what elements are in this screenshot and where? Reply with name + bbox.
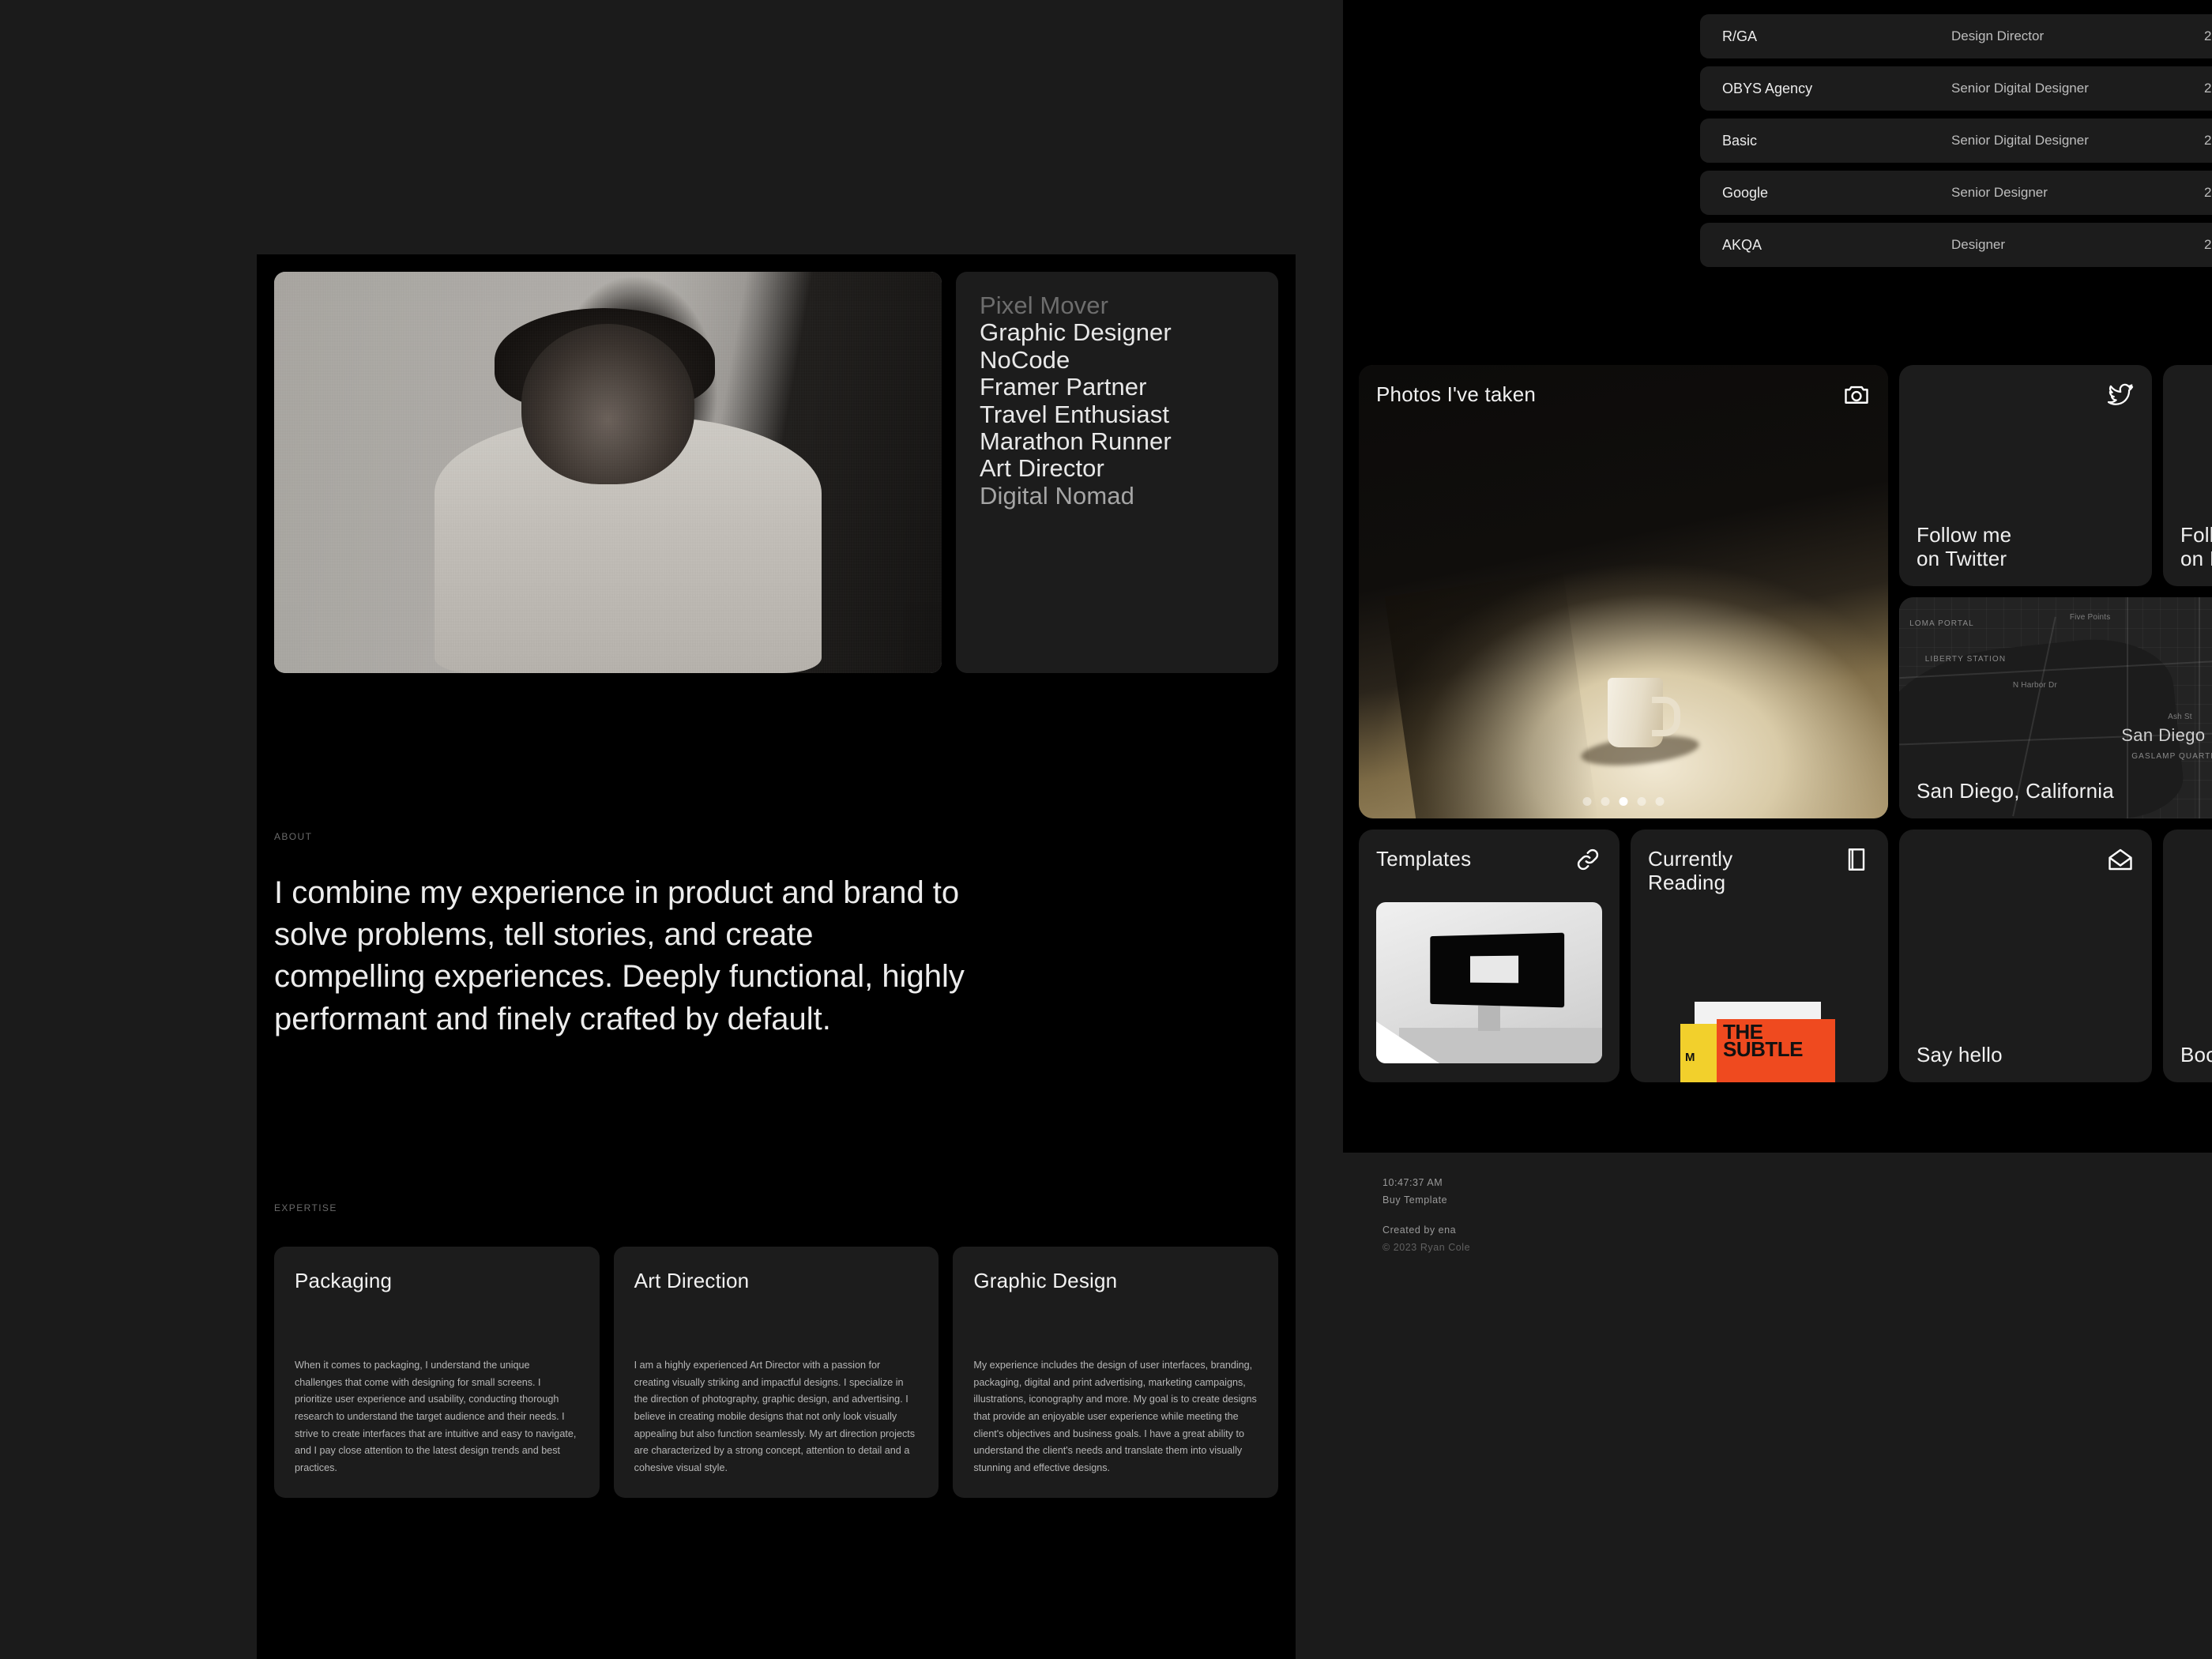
expertise-card-body: My experience includes the design of use… [973, 1360, 1257, 1474]
buy-template-link[interactable]: Buy Template [1382, 1192, 2212, 1209]
expertise-card-title: Packaging [295, 1268, 393, 1292]
map-label: LIBERTY STATION [1924, 654, 2007, 664]
experience-role: Senior Digital Designer [1951, 133, 2089, 148]
hero-tag-7: Digital Nomad [980, 481, 1134, 510]
template-thumbnail [1376, 902, 1602, 1063]
bento-card-instagram[interactable]: Follow me on Instagram [2163, 365, 2212, 586]
table-row[interactable]: R/GA Design Director 2018 - 2021 [1700, 14, 2212, 58]
bento-card-book-a-call[interactable]: Book a call [2163, 830, 2212, 1082]
page-footer: 10:47:37 AM Buy Template Created by ena … [1343, 1153, 2212, 1295]
table-row[interactable]: Basic Senior Digital Designer 2015 - 201… [1700, 118, 2212, 163]
bento-twitter-title: Follow me on Twitter [1917, 522, 2012, 570]
experience-years: 2018 - 2021 [2204, 28, 2212, 43]
experience-years: 2017 - 2018 [2204, 81, 2212, 96]
carousel-dot-active[interactable] [1619, 797, 1628, 806]
bento-templates-title: Templates [1376, 847, 1472, 871]
experience-years: 2014 - 2015 [2204, 185, 2212, 200]
book-icon [1842, 845, 1871, 874]
hero-tag-list: Pixel Mover Graphic Designer NoCode Fram… [956, 272, 1278, 673]
bento-grid: Photos I've taken Follow me on Twitter F… [1359, 365, 2212, 1082]
expertise-section: EXPERTISE Packaging When it comes to pac… [257, 1202, 1296, 1498]
book-title-line2: SUBTLE [1723, 1037, 1804, 1061]
hero-tag-5: Marathon Runner [980, 427, 1172, 456]
experience-years: 2015 - 2017 [2204, 133, 2212, 148]
expertise-card-body: When it comes to packaging, I understand… [295, 1360, 577, 1474]
portrait-photo [274, 272, 942, 673]
map-city-label: San Diego [2121, 725, 2206, 746]
footer-time: 10:47:37 AM [1382, 1177, 1443, 1188]
envelope-icon [2106, 845, 2135, 874]
expertise-card-body: I am a highly experienced Art Director w… [634, 1360, 916, 1474]
hero-tag-6: Art Director [980, 454, 1104, 483]
hero-tag-1: Graphic Designer [980, 318, 1172, 347]
hero-tag-2: NoCode [980, 345, 1070, 374]
experience-company: AKQA [1722, 236, 1762, 253]
carousel-dot[interactable] [1637, 797, 1646, 806]
bento-card-currently-reading[interactable]: Currently Reading M THE SUBTLE [1631, 830, 1888, 1082]
twitter-bird-icon [2106, 381, 2135, 409]
footer-copyright: © 2023 Ryan Cole [1382, 1241, 1471, 1253]
book-cover-stack: M THE SUBTLE [1680, 1002, 1838, 1082]
bento-location-title: San Diego, California [1917, 778, 2114, 803]
experience-company: Basic [1722, 132, 1758, 149]
map-label: GASLAMP QUARTER [2131, 752, 2212, 761]
about-section: ABOUT I combine my experience in product… [257, 831, 1296, 1040]
bento-card-location[interactable]: LOMA PORTAL LIBERTY STATION NORTH PARK S… [1899, 597, 2212, 818]
hero-tag-4: Travel Enthusiast [980, 400, 1170, 428]
portfolio-page-right: R/GA Design Director 2018 - 2021 OBYS Ag… [1343, 0, 2212, 1153]
experience-company: OBYS Agency [1722, 80, 1813, 96]
carousel-dot[interactable] [1655, 797, 1665, 806]
right-experience-table: R/GA Design Director 2018 - 2021 OBYS Ag… [1700, 14, 2212, 267]
link-icon [1574, 845, 1602, 874]
bento-instagram-title: Follow me on Instagram [2180, 522, 2212, 570]
expertise-card-title: Graphic Design [973, 1268, 1118, 1292]
camera-icon [1842, 381, 1871, 409]
bento-card-twitter[interactable]: Follow me on Twitter [1899, 365, 2152, 586]
bento-photos-title: Photos I've taken [1376, 382, 1537, 406]
map-place: N Harbor Dr [2012, 681, 2057, 690]
experience-years: 2011 - 2014 [2204, 237, 2212, 252]
bento-book-title: Book a call [2180, 1042, 2212, 1066]
footer-created-by[interactable]: Created by ena [1382, 1222, 2212, 1240]
experience-company: R/GA [1722, 28, 1758, 44]
table-row[interactable]: AKQA Designer 2011 - 2014 [1700, 223, 2212, 267]
expertise-card-graphic-design[interactable]: Graphic Design My experience includes th… [953, 1246, 1279, 1498]
experience-role: Design Director [1951, 28, 2045, 43]
map-place: Ash St [2168, 712, 2192, 721]
hero-section: Pixel Mover Graphic Designer NoCode Fram… [257, 254, 1296, 673]
expertise-card-title: Art Direction [634, 1268, 750, 1292]
map-label: LOMA PORTAL [1909, 619, 1974, 628]
bento-card-photos[interactable]: Photos I've taken [1359, 365, 1888, 818]
portfolio-page-left: Pixel Mover Graphic Designer NoCode Fram… [257, 254, 1296, 1659]
bento-card-templates[interactable]: Templates [1359, 830, 1620, 1082]
screenshot-stage: Pixel Mover Graphic Designer NoCode Fram… [0, 0, 2212, 1659]
carousel-dot[interactable] [1582, 797, 1592, 806]
hero-tag-3: Framer Partner [980, 373, 1147, 401]
experience-company: Google [1722, 184, 1769, 201]
expertise-label: EXPERTISE [274, 1202, 337, 1213]
bento-reading-title: Currently Reading [1648, 847, 1733, 895]
expertise-card-art-direction[interactable]: Art Direction I am a highly experienced … [613, 1246, 939, 1498]
experience-role: Senior Digital Designer [1951, 81, 2089, 96]
photo-carousel-dots[interactable] [1582, 797, 1665, 806]
carousel-dot[interactable] [1601, 797, 1610, 806]
about-paragraph: I combine my experience in product and b… [274, 875, 965, 1036]
map-place: Five Points [2069, 612, 2111, 622]
about-label: ABOUT [274, 831, 313, 842]
expertise-card-packaging[interactable]: Packaging When it comes to packaging, I … [274, 1246, 600, 1498]
book-side-label: M [1685, 1051, 1695, 1064]
bento-sayhello-title: Say hello [1917, 1042, 2003, 1066]
experience-role: Designer [1951, 237, 2006, 252]
experience-role: Senior Designer [1951, 185, 2048, 200]
table-row[interactable]: OBYS Agency Senior Digital Designer 2017… [1700, 66, 2212, 111]
bento-card-say-hello[interactable]: Say hello [1899, 830, 2152, 1082]
hero-tag-0: Pixel Mover [980, 292, 1109, 319]
table-row[interactable]: Google Senior Designer 2014 - 2015 [1700, 171, 2212, 215]
